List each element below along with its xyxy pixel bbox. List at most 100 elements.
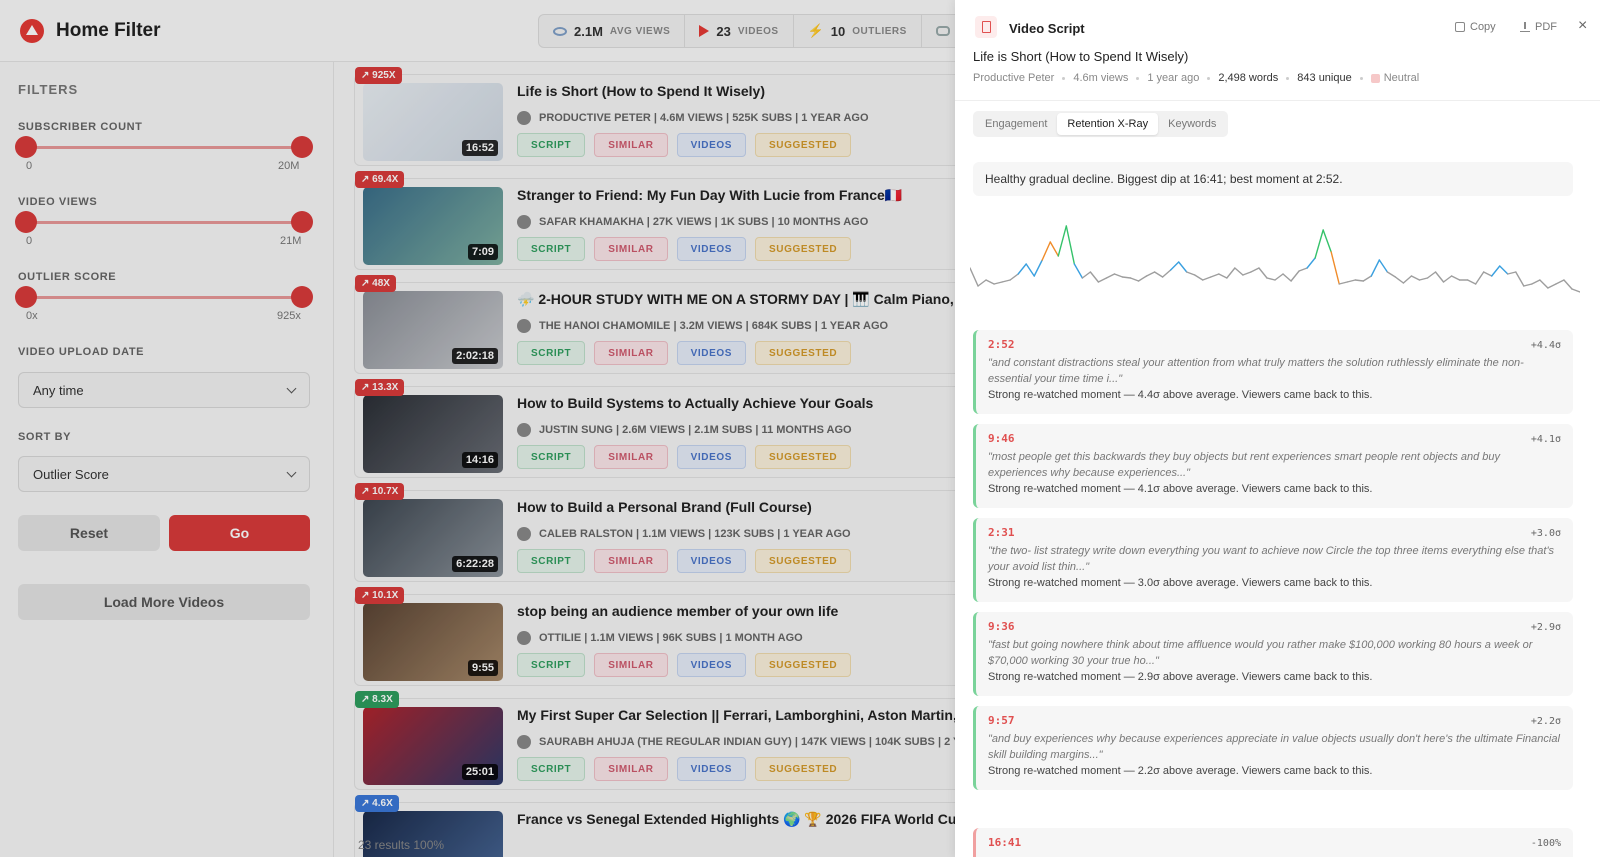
retention-line-segment [1314,229,1324,259]
pdf-button[interactable]: PDF [1520,21,1557,33]
retention-line-segment [1250,267,1260,273]
moment-sigma: +4.4σ [1530,340,1561,351]
panel-tabs: Engagement Retention X-Ray Keywords [973,111,1229,137]
retention-moment[interactable]: 9:57 +2.2σ "and buy experiences why beca… [973,706,1573,790]
retention-line-segment [1290,270,1300,282]
retention-line-segment [1186,271,1196,276]
moment-timestamp[interactable]: 9:36 [988,620,1561,633]
retention-line-segment [1001,279,1011,283]
unique-word-count: 843 unique [1297,72,1352,84]
moment-sigma: -100% [1530,838,1561,849]
panel-video-meta: Productive Peter 4.6m views 1 year ago 2… [973,72,1419,84]
sentiment-icon [1370,73,1380,83]
retention-line-segment [1442,275,1453,283]
retention-line-segment [1555,279,1565,285]
separator-dot [1207,76,1211,80]
retention-line-segment [1515,271,1525,287]
moment-note: Strong re-watched moment — 2.2σ above av… [988,765,1373,777]
retention-line-segment [1161,269,1172,278]
moment-sigma: +3.0σ [1530,528,1561,539]
moment-note: Strong re-watched moment — 4.4σ above av… [988,389,1373,401]
retention-line-segment [1322,229,1332,253]
retention-line-segment [1434,271,1445,283]
retention-line-segment [1105,273,1116,279]
retention-line-segment [1523,283,1533,287]
moment-timestamp[interactable]: 2:31 [988,526,1561,539]
retention-line-segment [1282,273,1292,282]
moment-sigma: +2.9σ [1530,622,1561,633]
retention-line-segment [1177,261,1188,273]
retention-line-segment [1354,279,1364,282]
retention-line-segment [970,267,979,287]
retention-line-segment [1049,241,1059,257]
moment-timestamp[interactable]: 9:57 [988,714,1561,727]
retention-line-segment [1531,279,1541,285]
view-count: 4.6m views [1073,72,1129,84]
retention-line-segment [1033,259,1043,277]
retention-line-segment [985,279,995,285]
copy-icon [1455,22,1465,32]
retention-moment[interactable]: 9:36 +2.9σ "fast but going nowhere think… [973,612,1573,696]
retention-line-segment [1097,277,1108,283]
retention-line-segment [1547,283,1557,289]
retention-line-segment [993,281,1003,285]
retention-line-segment [1499,265,1509,275]
retention-line-segment [1418,277,1429,281]
channel-name: Productive Peter [973,72,1055,84]
tab-retention-x-ray[interactable]: Retention X-Ray [1057,113,1159,135]
upload-age: 1 year ago [1147,72,1200,84]
retention-line-segment [1137,275,1148,282]
retention-line-segment [1386,271,1397,278]
retention-moment[interactable]: 2:31 +3.0σ "the two- list strategy write… [973,518,1573,602]
moment-quote: "most people get this backwards they buy… [988,451,1501,479]
retention-chart [970,225,1580,293]
moment-quote: "and constant distractions steal your at… [988,357,1524,385]
retention-summary: Healthy gradual decline. Biggest dip at … [973,162,1573,196]
retention-line-segment [1041,241,1051,261]
moment-timestamp[interactable]: 2:52 [988,338,1561,351]
retention-line-segment [1226,267,1236,279]
retention-line-segment [1402,275,1413,284]
retention-line-segment [1129,277,1140,282]
retention-line-segment [1218,273,1228,279]
retention-line-segment [1466,279,1477,285]
moment-sigma: +4.1σ [1530,434,1561,445]
retention-line-segment [1025,263,1035,277]
retention-moment[interactable]: 16:41 -100% [973,828,1573,857]
retention-line-segment [1306,257,1316,269]
retention-line-segment [1563,279,1573,290]
retention-line-segment [1571,288,1580,293]
moment-note: Strong re-watched moment — 3.0σ above av… [988,577,1373,589]
retention-line-segment [1491,265,1501,277]
sentiment-badge: Neutral [1370,72,1420,84]
tab-keywords[interactable]: Keywords [1158,113,1226,135]
retention-moment[interactable]: 9:46 +4.1σ "most people get this backwar… [973,424,1573,508]
retention-line-segment [1145,271,1156,277]
retention-line-segment [1242,271,1252,276]
close-icon[interactable]: × [1578,17,1587,35]
video-script-panel: Video Script Copy PDF × Life is Short (H… [955,0,1600,857]
retention-line-segment [1426,271,1437,279]
moment-quote: "fast but going nowhere think about time… [988,639,1533,667]
retention-line-segment [1234,267,1244,276]
copy-button[interactable]: Copy [1455,21,1496,33]
sentiment-label: Neutral [1383,72,1420,84]
separator-dot [1286,76,1290,80]
retention-line-segment [1450,275,1461,281]
moment-quote: "the two- list strategy write down every… [988,545,1555,573]
moment-timestamp[interactable]: 9:46 [988,432,1561,445]
retention-line-segment [1394,276,1405,284]
separator-dot [1062,76,1066,80]
home-filter-app: Home Filter 2.1M AVG VIEWS 23 VIDEOS ⚡ 1… [0,0,968,857]
retention-line-segment [1065,225,1076,265]
panel-video-title: Life is Short (How to Spend It Wisely) [973,49,1189,64]
retention-line-segment [1258,267,1268,279]
moment-quote: "and buy experiences why because experie… [988,733,1560,761]
retention-line-segment [1346,279,1356,283]
tab-engagement[interactable]: Engagement [975,113,1057,135]
backdrop-overlay[interactable] [0,0,955,857]
copy-label: Copy [1470,21,1496,33]
moment-sigma: +2.2σ [1530,716,1561,727]
retention-moment[interactable]: 2:52 +4.4σ "and constant distractions st… [973,330,1573,414]
moment-timestamp[interactable]: 16:41 [988,836,1561,849]
